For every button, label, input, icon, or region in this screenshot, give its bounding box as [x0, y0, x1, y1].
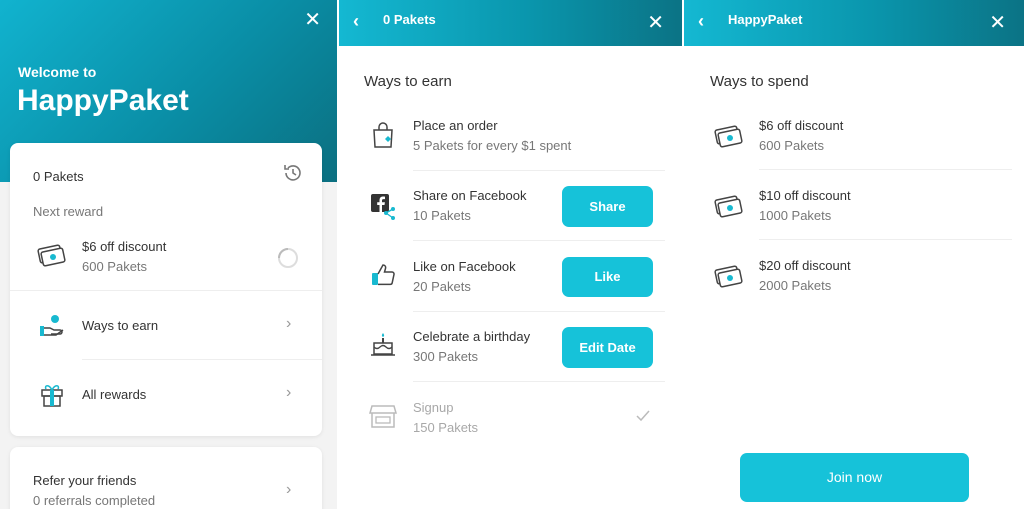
close-icon[interactable]: ✕ — [989, 10, 1006, 35]
close-icon[interactable]: ✕ — [304, 10, 321, 30]
cash-discount-icon — [37, 244, 66, 267]
join-now-button[interactable]: Join now — [740, 453, 969, 502]
spend-panel: ‹ HappyPaket ✕ Ways to spend $6 off disc… — [684, 0, 1024, 509]
divider — [413, 381, 665, 382]
divider — [759, 169, 1012, 170]
brand-title: HappyPaket — [17, 84, 189, 117]
next-reward-title: $6 off discount — [82, 239, 167, 254]
divider — [413, 170, 665, 171]
ways-to-earn-row[interactable]: Ways to earn › — [10, 291, 322, 359]
divider — [759, 239, 1012, 240]
spend-item-title: $6 off discount — [759, 118, 844, 133]
earn-item-sub: 20 Pakets — [413, 279, 471, 294]
hand-coin-icon — [40, 315, 64, 336]
earn-item-sub: 10 Pakets — [413, 208, 471, 223]
chevron-right-icon: › — [286, 481, 292, 498]
back-icon[interactable]: ‹ — [698, 11, 704, 32]
history-icon[interactable] — [282, 162, 304, 184]
next-reward-cost: 600 Pakets — [82, 259, 148, 274]
share-button[interactable]: Share — [562, 186, 653, 227]
earn-panel: ‹ 0 Pakets ✕ Ways to earn Place an order… — [339, 0, 682, 509]
home-panel: ✕ Welcome to HappyPaket 0 Pakets Next re… — [0, 0, 337, 509]
earn-item-sub: 150 Pakets — [413, 420, 479, 435]
earn-item-title: Place an order — [413, 118, 498, 133]
storefront-icon — [369, 405, 397, 428]
all-rewards-label: All rewards — [82, 387, 147, 402]
earn-item-title: Like on Facebook — [413, 259, 516, 274]
all-rewards-row[interactable]: All rewards › — [10, 360, 322, 428]
earn-topbar: ‹ 0 Pakets ✕ — [339, 0, 682, 46]
next-reward-label: Next reward — [33, 204, 104, 219]
thumbs-up-icon — [372, 264, 395, 286]
earn-item-title: Celebrate a birthday — [413, 329, 531, 344]
divider — [413, 240, 665, 241]
earn-section-title: Ways to earn — [364, 73, 452, 90]
edit-date-button[interactable]: Edit Date — [562, 327, 653, 368]
progress-ring-icon — [278, 248, 298, 268]
earn-item-sub: 5 Pakets for every $1 spent — [413, 138, 572, 153]
spend-topbar: ‹ HappyPaket ✕ — [684, 0, 1024, 46]
earn-title: 0 Pakets — [383, 12, 436, 27]
spend-item-title: $10 off discount — [759, 188, 851, 203]
cash-discount-icon — [714, 125, 743, 148]
facebook-share-icon — [371, 194, 395, 220]
back-icon[interactable]: ‹ — [353, 11, 359, 32]
earn-item-title: Share on Facebook — [413, 188, 527, 203]
checkmark-icon — [636, 410, 650, 422]
cash-discount-icon — [714, 195, 743, 218]
shopping-bag-icon — [373, 122, 393, 148]
points-balance: 0 Pakets — [33, 169, 84, 184]
welcome-text: Welcome to — [18, 64, 97, 80]
refer-sub: 0 referrals completed — [33, 493, 156, 508]
like-button[interactable]: Like — [562, 257, 653, 297]
gift-icon — [41, 385, 63, 407]
chevron-right-icon: › — [286, 384, 292, 401]
spend-title: HappyPaket — [728, 12, 803, 27]
spend-item-sub: 600 Pakets — [759, 138, 825, 153]
rewards-card: 0 Pakets Next reward $6 off discount 600… — [10, 143, 322, 436]
ways-to-earn-label: Ways to earn — [82, 318, 159, 333]
spend-section-title: Ways to spend — [710, 73, 809, 90]
refer-friends-card[interactable]: Refer your friends 0 referrals completed… — [10, 447, 322, 509]
earn-item-sub: 300 Pakets — [413, 349, 479, 364]
spend-item-sub: 2000 Pakets — [759, 278, 832, 293]
birthday-cake-icon — [371, 333, 395, 356]
cash-discount-icon — [714, 265, 743, 288]
chevron-right-icon: › — [286, 315, 292, 332]
divider — [413, 311, 665, 312]
close-icon[interactable]: ✕ — [647, 10, 664, 35]
spend-item-sub: 1000 Pakets — [759, 208, 832, 223]
earn-item-title: Signup — [413, 400, 454, 415]
refer-title: Refer your friends — [33, 473, 137, 488]
spend-item-title: $20 off discount — [759, 258, 851, 273]
